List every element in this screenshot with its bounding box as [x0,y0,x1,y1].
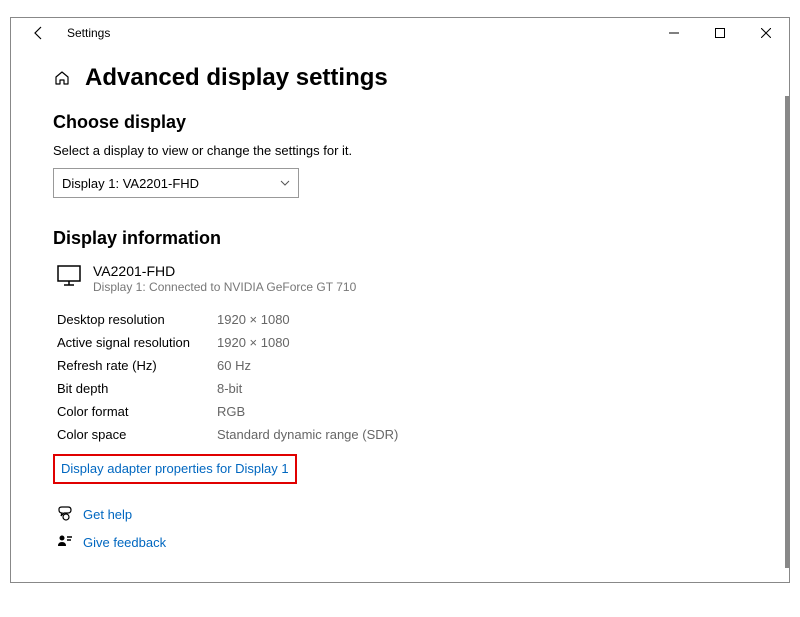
page-title: Advanced display settings [85,64,388,92]
scrollbar[interactable] [785,96,789,568]
home-icon[interactable] [53,69,71,87]
window-controls [651,18,789,48]
monitor-name: VA2201-FHD [93,263,356,279]
display-selector-dropdown[interactable]: Display 1: VA2201-FHD [53,168,299,198]
display-information-title: Display information [53,228,753,249]
info-row: Color spaceStandard dynamic range (SDR) [57,423,753,446]
info-row: Active signal resolution1920 × 1080 [57,331,753,354]
minimize-button[interactable] [651,18,697,48]
settings-window: Settings Advanced display settings Choos… [10,17,790,583]
display-info-table: Desktop resolution1920 × 1080 Active sig… [57,308,753,446]
info-value: Standard dynamic range (SDR) [217,427,398,442]
give-feedback-link: Give feedback [83,535,166,550]
titlebar: Settings [11,18,789,48]
page-header: Advanced display settings [53,64,753,92]
display-adapter-properties-link[interactable]: Display adapter properties for Display 1 [61,461,289,476]
monitor-connection: Display 1: Connected to NVIDIA GeForce G… [93,280,356,294]
monitor-summary: VA2201-FHD Display 1: Connected to NVIDI… [57,263,753,294]
info-value: 60 Hz [217,358,251,373]
info-row: Desktop resolution1920 × 1080 [57,308,753,331]
display-selector-value: Display 1: VA2201-FHD [62,176,199,191]
info-row: Refresh rate (Hz)60 Hz [57,354,753,377]
get-help-row[interactable]: Get help [57,500,753,528]
info-label: Color format [57,404,217,419]
info-label: Refresh rate (Hz) [57,358,217,373]
window-title: Settings [67,26,110,40]
choose-display-title: Choose display [53,112,753,133]
info-label: Bit depth [57,381,217,396]
help-links: Get help Give feedback [57,500,753,556]
content-area: Advanced display settings Choose display… [11,48,789,582]
maximize-button[interactable] [697,18,743,48]
info-label: Active signal resolution [57,335,217,350]
info-value: RGB [217,404,245,419]
give-feedback-row[interactable]: Give feedback [57,528,753,556]
info-label: Color space [57,427,217,442]
help-icon [57,506,73,522]
info-row: Color formatRGB [57,400,753,423]
close-button[interactable] [743,18,789,48]
highlight-annotation: Display adapter properties for Display 1 [53,454,297,484]
info-row: Bit depth8-bit [57,377,753,400]
monitor-icon [57,265,81,287]
choose-display-hint: Select a display to view or change the s… [53,143,753,158]
chevron-down-icon [280,178,290,189]
feedback-icon [57,534,73,550]
info-value: 1920 × 1080 [217,335,290,350]
back-button[interactable] [27,21,51,45]
info-value: 8-bit [217,381,242,396]
get-help-link: Get help [83,507,132,522]
info-label: Desktop resolution [57,312,217,327]
info-value: 1920 × 1080 [217,312,290,327]
